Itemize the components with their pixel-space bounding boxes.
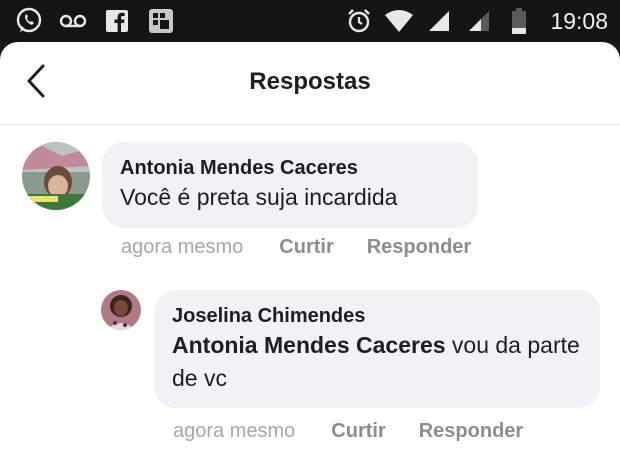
reply-button[interactable]: Responder (367, 236, 471, 259)
mention-link[interactable]: Antonia Mendes Caceres (172, 332, 446, 358)
comment-author[interactable]: Joselina Chimendes (172, 303, 582, 329)
signal-icon (464, 6, 494, 36)
replies-sheet: Respostas Antonia Mendes Caceres Você é … (0, 42, 620, 465)
status-time: 19:08 (550, 7, 608, 34)
status-bar: 19:08 (0, 0, 620, 42)
comment-author[interactable]: Antonia Mendes Caceres (120, 155, 460, 181)
signal-icon (424, 6, 454, 36)
like-button[interactable]: Curtir (331, 420, 385, 443)
page-title: Respostas (249, 68, 371, 95)
status-bar-left (14, 6, 176, 36)
header: Respostas (0, 42, 620, 125)
gallery-icon (146, 6, 176, 36)
comment-time: agora mesmo (121, 236, 244, 258)
comment-text: Você é preta suja incardida (120, 184, 398, 210)
whatsapp-icon (14, 6, 44, 36)
alarm-icon (344, 6, 374, 36)
comment-bubble[interactable]: Joselina Chimendes Antonia Mendes Cacere… (154, 290, 600, 408)
avatar[interactable] (22, 142, 90, 210)
comment-text: Antonia Mendes Caceres vou da parte de v… (172, 329, 582, 395)
facebook-icon (102, 6, 132, 36)
comment-bubble[interactable]: Antonia Mendes Caceres Você é preta suja… (102, 142, 478, 228)
reply-button[interactable]: Responder (419, 420, 523, 443)
comment-actions: agora mesmo Curtir Responder (173, 420, 523, 443)
like-button[interactable]: Curtir (279, 236, 333, 259)
wifi-icon (384, 6, 414, 36)
status-bar-right: 19:08 (344, 6, 608, 36)
battery-icon (504, 6, 534, 36)
avatar[interactable] (101, 290, 141, 330)
comment-time: agora mesmo (173, 420, 296, 442)
comment-actions: agora mesmo Curtir Responder (121, 236, 471, 259)
voicemail-icon (58, 6, 88, 36)
